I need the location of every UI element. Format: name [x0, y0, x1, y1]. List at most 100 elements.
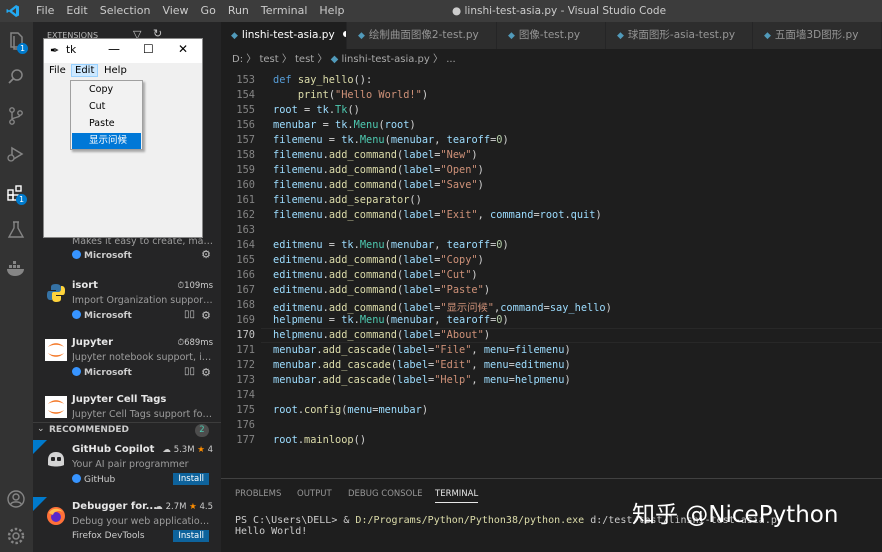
manage-gear-icon[interactable] — [5, 525, 27, 547]
tk-edit-dropdown: Copy Cut Paste 显示问候 — [70, 80, 143, 150]
tk-menu-edit[interactable]: Edit — [71, 64, 99, 77]
line-number: 165 — [236, 254, 255, 266]
maximize-button[interactable]: ☐ — [143, 42, 154, 56]
tab-linshi-test-asia[interactable]: ◆ linshi-test-asia.py — [221, 22, 347, 49]
extension-stats: ☁ 2.7M ★ 4.5 — [154, 502, 213, 512]
breadcrumb-item[interactable]: D: — [232, 54, 243, 65]
jupyter-logo-icon — [45, 339, 67, 361]
activation-time: ⏱109ms — [177, 281, 213, 291]
recommended-title: RECOMMENDED — [49, 425, 130, 435]
verified-icon — [72, 367, 81, 376]
breadcrumb-item[interactable]: test — [259, 54, 278, 65]
minimize-button[interactable]: — — [108, 42, 120, 56]
extensions-badge: 1 — [16, 194, 27, 205]
tab-debug-console[interactable]: DEBUG CONSOLE — [348, 489, 422, 499]
manage-extension-gear-icon[interactable]: ⚙ — [201, 248, 211, 261]
code-editor[interactable]: 153 def say_hello(): 154 print("Hello Worl… — [221, 74, 882, 474]
verified-icon — [72, 310, 81, 319]
line-number: 174 — [236, 389, 255, 401]
code-line: filemenu.add_command(label="Open") — [273, 164, 484, 176]
line-number: 173 — [236, 374, 255, 386]
tk-menu-help[interactable]: Help — [104, 65, 127, 76]
extension-description: Jupyter Cell Tags support for... — [72, 409, 214, 420]
code-line: editmenu.add_command(label="Copy") — [273, 254, 484, 266]
terminal-result: Hello World! — [235, 526, 308, 537]
line-number: 172 — [236, 359, 255, 371]
verified-icon — [72, 474, 81, 483]
editor-tabs: ◆ linshi-test-asia.py ◆ 绘制曲面图像2-test.py ◆ 图… — [221, 22, 882, 49]
line-number: 168 — [236, 299, 255, 311]
install-button[interactable]: Install — [173, 530, 209, 542]
extension-item-jupyter[interactable]: Jupyter ⏱689ms Jupyter notebook support,… — [33, 333, 221, 390]
install-button[interactable]: Install — [173, 473, 209, 485]
source-control-icon[interactable] — [5, 105, 27, 127]
extension-item-debugger-firefox[interactable]: Debugger for... ☁ 2.7M ★ 4.5 Debug your … — [33, 497, 221, 552]
close-button[interactable]: ✕ — [178, 42, 188, 56]
tk-menu-file[interactable]: File — [49, 65, 66, 76]
code-line: menubar.add_cascade(label="Edit", menu=e… — [273, 359, 571, 371]
menu-selection[interactable]: Selection — [94, 0, 157, 22]
tk-menubar: File Edit Help — [44, 63, 202, 80]
tab-file-4[interactable]: ◆ 球面图形-asia-test.py — [607, 22, 753, 49]
tk-menu-item-greet[interactable]: 显示问候 — [72, 133, 141, 149]
tab-file-5[interactable]: ◆ 五面墙3D图形.py — [754, 22, 882, 49]
line-number: 158 — [236, 149, 255, 161]
tk-window-title: tk — [66, 44, 77, 56]
copilot-logo-icon — [48, 452, 64, 467]
tab-problems[interactable]: PROBLEMS — [235, 489, 281, 499]
code-line: filemenu = tk.Menu(menubar, tearoff=0) — [273, 134, 509, 146]
line-number: 155 — [236, 104, 255, 116]
manage-extension-gear-icon[interactable]: ⚙ — [201, 309, 211, 322]
breadcrumb-item[interactable]: linshi-test-asia.py — [341, 54, 429, 65]
python-file-icon: ◆ — [764, 31, 771, 41]
tab-output[interactable]: OUTPUT — [297, 489, 332, 499]
tab-file-3[interactable]: ◆ 图像-test.py — [498, 22, 606, 49]
menu-terminal[interactable]: Terminal — [255, 0, 314, 22]
line-number: 176 — [236, 419, 255, 431]
code-line: editmenu.add_command(label="显示问候",comman… — [273, 302, 612, 314]
tk-menu-item-cut[interactable]: Cut — [72, 99, 141, 115]
tab-terminal[interactable]: TERMINAL — [435, 489, 479, 503]
run-debug-icon[interactable] — [5, 143, 27, 165]
menu-run[interactable]: Run — [222, 0, 255, 22]
accounts-icon[interactable] — [5, 488, 27, 510]
code-line: filemenu.add_separator() — [273, 194, 422, 206]
unsaved-dot-icon — [342, 31, 346, 37]
verified-icon — [72, 250, 81, 259]
tab-file-2[interactable]: ◆ 绘制曲面图像2-test.py — [348, 22, 497, 49]
code-line: editmenu.add_command(label="Cut") — [273, 269, 478, 281]
search-icon[interactable] — [5, 66, 27, 88]
docker-icon[interactable] — [5, 258, 27, 280]
tk-titlebar[interactable]: ✒ tk — ☐ ✕ — [44, 39, 202, 63]
activation-time: ⏱689ms — [177, 338, 213, 348]
sync-icon[interactable]: ▯▯ — [184, 309, 195, 320]
line-number: 169 — [236, 314, 255, 326]
extension-publisher: Firefox DevTools — [72, 531, 145, 541]
sync-icon[interactable]: ▯▯ — [184, 366, 195, 377]
manage-extension-gear-icon[interactable]: ⚙ — [201, 366, 211, 379]
menu-go[interactable]: Go — [195, 0, 222, 22]
menu-edit[interactable]: Edit — [60, 0, 93, 22]
extension-name: Debugger for... — [72, 501, 157, 512]
recommended-count-badge: 2 — [195, 424, 209, 437]
tk-menu-item-paste[interactable]: Paste — [72, 116, 141, 132]
extension-item-isort[interactable]: isort ⏱109ms Import Organization support… — [33, 276, 221, 333]
extension-publisher: Microsoft — [72, 367, 132, 378]
menu-help[interactable]: Help — [313, 0, 350, 22]
feather-icon: ✒ — [50, 44, 60, 57]
testing-flask-icon[interactable] — [5, 219, 27, 241]
breadcrumb-item[interactable]: ... — [446, 54, 456, 65]
extension-item-github-copilot[interactable]: GitHub Copilot ☁ 5.3M ★ 4 Your AI pair p… — [33, 440, 221, 497]
code-line: filemenu.add_command(label="Exit", comma… — [273, 209, 602, 221]
extension-name: Jupyter — [72, 337, 114, 348]
line-number: 160 — [236, 179, 255, 191]
breadcrumb-item[interactable]: test — [295, 54, 314, 65]
menu-view[interactable]: View — [156, 0, 194, 22]
menu-file[interactable]: File — [30, 0, 60, 22]
recommended-section-header[interactable]: ⌄ RECOMMENDED 2 — [33, 422, 221, 438]
tk-menu-item-copy[interactable]: Copy — [72, 82, 141, 98]
extension-name: Jupyter Cell Tags — [72, 394, 167, 405]
extension-description: Your AI pair programmer — [72, 459, 189, 470]
line-number: 163 — [236, 224, 255, 236]
extension-item-jupyter-cell-tags[interactable]: Jupyter Cell Tags Jupyter Cell Tags supp… — [33, 390, 221, 447]
